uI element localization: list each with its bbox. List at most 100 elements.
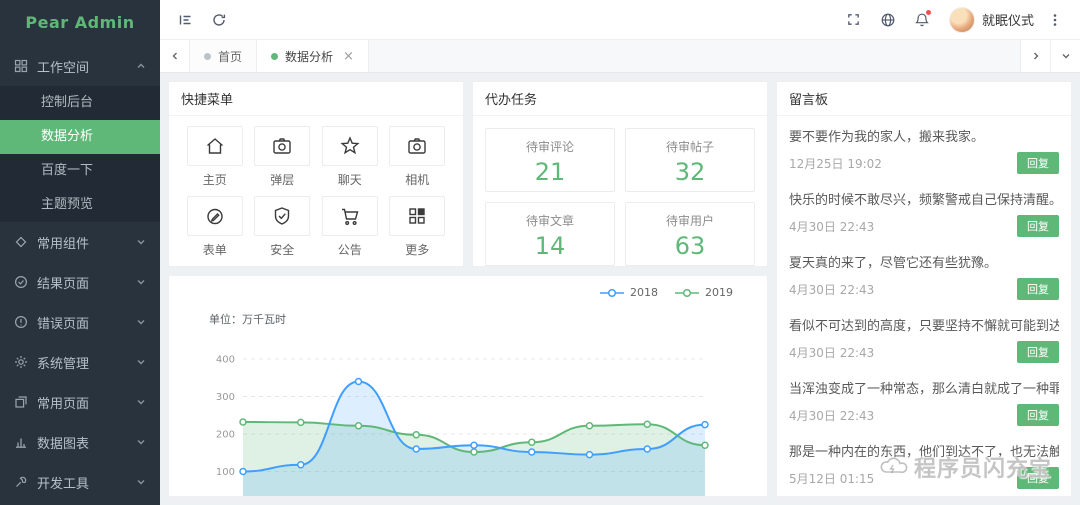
quick-menu-item-chat[interactable]: 聊天 bbox=[316, 126, 384, 188]
tab-menu-button[interactable] bbox=[1050, 40, 1080, 72]
main-area: 就眠仪式 首页 数据分析 × bbox=[160, 0, 1080, 505]
tab-scroll-left-button[interactable] bbox=[160, 40, 190, 72]
quick-menu-item-more[interactable]: 更多 bbox=[384, 196, 452, 258]
legend-2019[interactable]: 2019 bbox=[674, 286, 733, 299]
stat-value: 63 bbox=[626, 232, 754, 260]
svg-text:400: 400 bbox=[216, 355, 235, 366]
chevron-up-icon bbox=[136, 61, 146, 71]
wrench-icon bbox=[14, 475, 28, 489]
reply-button[interactable]: 回复 bbox=[1017, 278, 1059, 300]
tab-home[interactable]: 首页 bbox=[190, 40, 257, 72]
quick-menu-item-notice[interactable]: 公告 bbox=[316, 196, 384, 258]
chevron-down-icon bbox=[136, 237, 146, 247]
language-button[interactable] bbox=[871, 0, 905, 40]
camera-icon bbox=[389, 126, 445, 166]
message-date: 12月25日 19:02 bbox=[789, 155, 882, 172]
todo-grid: 待审评论 21 待审帖子 32 待审文章 14 待审用户 bbox=[473, 116, 767, 278]
top-row: 快捷菜单 主页 弹层 bbox=[168, 81, 768, 267]
reply-button[interactable]: 回复 bbox=[1017, 152, 1059, 174]
more-menu-button[interactable] bbox=[1038, 0, 1072, 40]
topbar: 就眠仪式 bbox=[160, 0, 1080, 40]
message-text: 快乐的时候不敢尽兴，频繁警戒自己保持清醒。 bbox=[789, 189, 1059, 208]
card-title: 留言板 bbox=[777, 82, 1071, 116]
chevron-down-icon bbox=[136, 357, 146, 367]
sidebar-group-pages[interactable]: 常用页面 bbox=[0, 382, 160, 422]
sidebar-group-errors[interactable]: 错误页面 bbox=[0, 302, 160, 342]
right-column: 留言板 要不要作为我的家人，搬来我家。 12月25日 19:02 回复 快乐的时… bbox=[776, 81, 1072, 497]
chevron-down-icon bbox=[1061, 51, 1071, 61]
reply-button[interactable]: 回复 bbox=[1017, 467, 1059, 489]
fullscreen-icon bbox=[846, 12, 861, 27]
sidebar-group-devtools[interactable]: 开发工具 bbox=[0, 462, 160, 502]
workspace-icon bbox=[14, 59, 28, 73]
svg-text:200: 200 bbox=[216, 430, 235, 441]
tab-scroll-right-button[interactable] bbox=[1020, 40, 1050, 72]
quick-menu-item-camera[interactable]: 相机 bbox=[384, 126, 452, 188]
sidebar-group-workspace[interactable]: 工作空间 bbox=[0, 46, 160, 86]
stat-value: 14 bbox=[486, 232, 614, 260]
refresh-button[interactable] bbox=[202, 0, 236, 40]
message-item: 要不要作为我的家人，搬来我家。 12月25日 19:02 回复 bbox=[789, 117, 1059, 180]
chevron-down-icon bbox=[136, 437, 146, 447]
quick-menu-card: 快捷菜单 主页 弹层 bbox=[168, 81, 464, 267]
form-icon bbox=[187, 196, 243, 236]
chevron-down-icon bbox=[136, 477, 146, 487]
camera-icon bbox=[254, 126, 310, 166]
tabbar: 首页 数据分析 × bbox=[160, 40, 1080, 73]
todo-stat-users: 待审用户 63 bbox=[625, 202, 755, 266]
line-chart: 0100200300400 bbox=[179, 329, 745, 497]
grid-more-icon bbox=[389, 196, 445, 236]
fullscreen-button[interactable] bbox=[837, 0, 871, 40]
sidebar-item-console[interactable]: 控制后台 bbox=[0, 86, 160, 120]
cart-icon bbox=[322, 196, 378, 236]
message-date: 4月30日 22:43 bbox=[789, 281, 874, 298]
message-text: 夏天真的来了，尽管它还有些犹豫。 bbox=[789, 252, 1059, 271]
tab-status-dot bbox=[271, 53, 278, 60]
sidebar-group-charts[interactable]: 数据图表 bbox=[0, 422, 160, 462]
sidebar-item-baidu[interactable]: 百度一下 bbox=[0, 154, 160, 188]
sidebar-item-data-analysis[interactable]: 数据分析 bbox=[0, 120, 160, 154]
quick-menu-item-form[interactable]: 表单 bbox=[181, 196, 249, 258]
close-tab-icon[interactable]: × bbox=[343, 50, 354, 63]
sidebar-item-theme-preview[interactable]: 主题预览 bbox=[0, 188, 160, 222]
message-date: 4月30日 22:43 bbox=[789, 218, 874, 235]
tab-data-analysis[interactable]: 数据分析 × bbox=[257, 40, 369, 72]
collapse-sidebar-icon bbox=[177, 12, 193, 28]
bar-chart-icon bbox=[14, 435, 28, 449]
app-logo[interactable]: Pear Admin bbox=[0, 0, 160, 46]
todo-stat-articles: 待审文章 14 bbox=[485, 202, 615, 266]
topbar-right: 就眠仪式 bbox=[837, 0, 1072, 40]
refresh-icon bbox=[211, 12, 227, 28]
reply-button[interactable]: 回复 bbox=[1017, 215, 1059, 237]
chevron-down-icon bbox=[136, 397, 146, 407]
quick-menu-item-home[interactable]: 主页 bbox=[181, 126, 249, 188]
quick-menu-item-layer[interactable]: 弹层 bbox=[249, 126, 317, 188]
gear-icon bbox=[14, 355, 28, 369]
username[interactable]: 就眠仪式 bbox=[982, 10, 1034, 29]
tabbar-spacer bbox=[369, 40, 1020, 72]
chevron-right-icon bbox=[1031, 51, 1041, 61]
reply-button[interactable]: 回复 bbox=[1017, 341, 1059, 363]
chart-legend: 2018 2019 bbox=[179, 284, 757, 299]
star-icon bbox=[322, 126, 378, 166]
sidebar-group-system[interactable]: 系统管理 bbox=[0, 342, 160, 382]
legend-2018[interactable]: 2018 bbox=[599, 286, 658, 299]
avatar[interactable] bbox=[949, 7, 975, 33]
sidebar-group-components[interactable]: 常用组件 bbox=[0, 222, 160, 262]
sidebar: Pear Admin 工作空间 控制后台 数据分析 百度一下 主题预览 常用组件… bbox=[0, 0, 160, 505]
todo-stat-comments: 待审评论 21 bbox=[485, 128, 615, 192]
message-date: 4月30日 22:43 bbox=[789, 344, 874, 361]
svg-text:100: 100 bbox=[216, 467, 235, 478]
card-title: 代办任务 bbox=[473, 82, 767, 116]
sidebar-group-results[interactable]: 结果页面 bbox=[0, 262, 160, 302]
legend-marker-icon bbox=[674, 288, 700, 298]
collapse-sidebar-button[interactable] bbox=[168, 0, 202, 40]
quick-menu-item-security[interactable]: 安全 bbox=[249, 196, 317, 258]
card-title: 快捷菜单 bbox=[169, 82, 463, 116]
quick-menu-grid: 主页 弹层 聊天 bbox=[169, 116, 463, 266]
shield-check-icon bbox=[254, 196, 310, 236]
kebab-icon bbox=[1048, 12, 1062, 28]
tab-label: 数据分析 bbox=[285, 48, 333, 65]
reply-button[interactable]: 回复 bbox=[1017, 404, 1059, 426]
notifications-button[interactable] bbox=[905, 0, 939, 40]
